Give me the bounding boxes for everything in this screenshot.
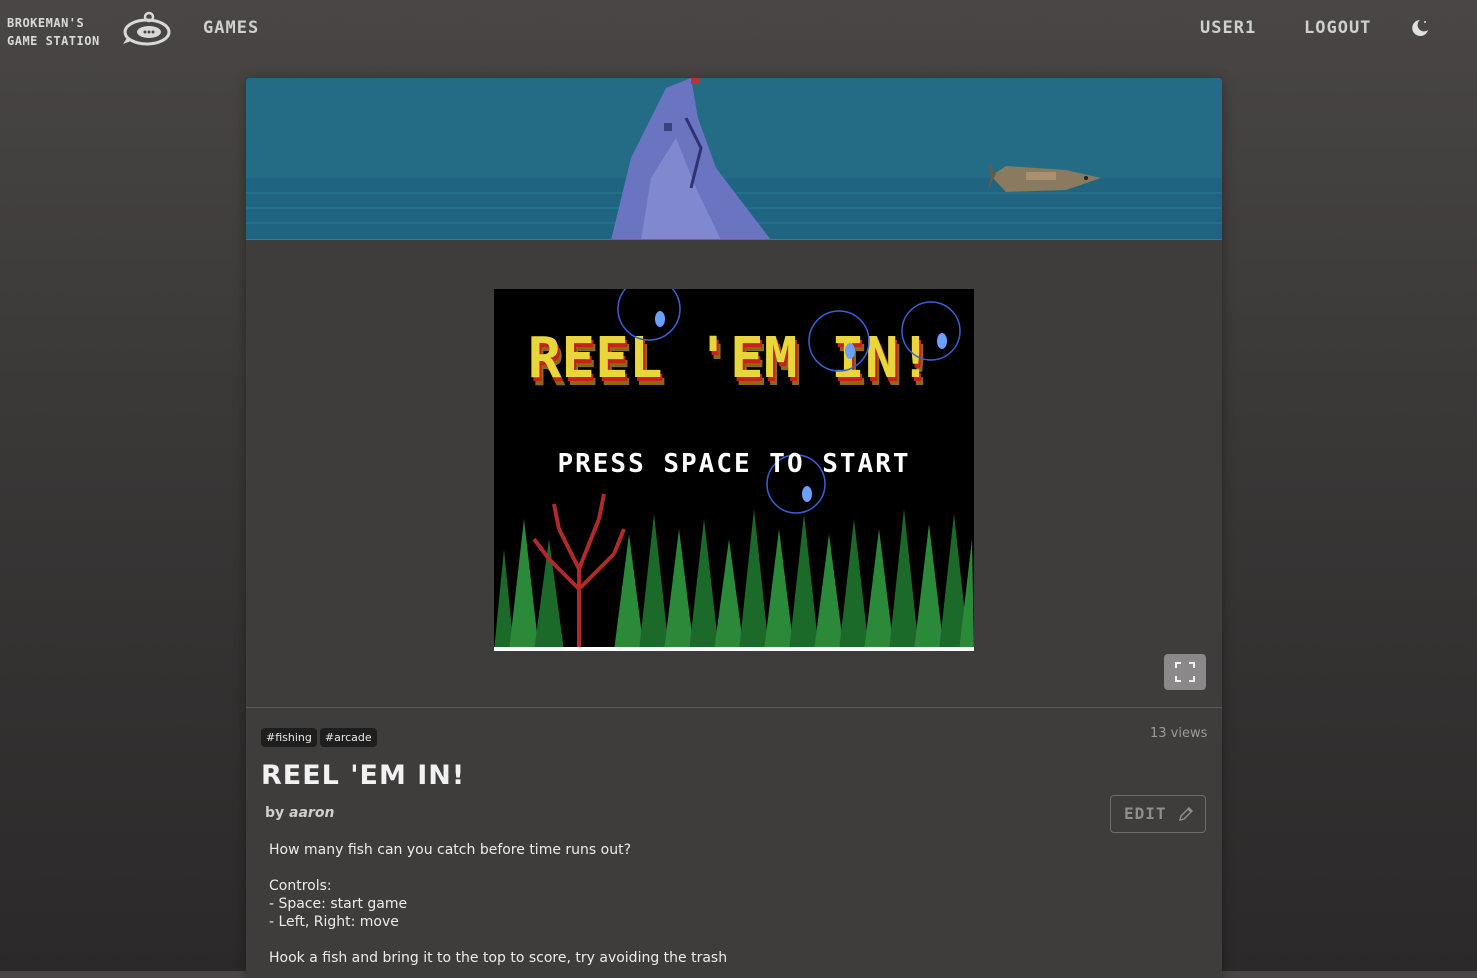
- nav-user-link[interactable]: USER1: [1200, 18, 1256, 38]
- description-gap: [269, 859, 1169, 877]
- nav-games-link[interactable]: GAMES: [203, 18, 259, 38]
- edit-button[interactable]: EDIT: [1110, 795, 1206, 833]
- tag-list: #fishing #arcade: [261, 726, 380, 747]
- description-gap: [269, 931, 1169, 949]
- navbar: BROKEMAN'S GAME STATION GAMES USER1 LOGO…: [0, 0, 1477, 60]
- game-title: REEL 'EM IN!: [261, 760, 466, 791]
- fullscreen-button[interactable]: [1164, 654, 1206, 690]
- fullscreen-icon: [1175, 662, 1195, 682]
- game-card: REEL 'EM IN! REEL 'EM IN! REEL 'EM IN! P…: [246, 78, 1222, 978]
- section-divider: [246, 707, 1222, 708]
- description-line: Hook a fish and bring it to the top to s…: [269, 950, 728, 966]
- moon-icon[interactable]: [1410, 18, 1430, 38]
- view-count: 13 views: [1150, 726, 1208, 741]
- nav-logout-link[interactable]: LOGOUT: [1304, 18, 1371, 38]
- description-line: Controls:: [269, 878, 332, 894]
- controller-logo-icon: [123, 11, 171, 46]
- game-canvas[interactable]: REEL 'EM IN! REEL 'EM IN! REEL 'EM IN! P…: [494, 289, 974, 651]
- byline: by aaron: [265, 805, 334, 821]
- pencil-icon: [1179, 807, 1193, 821]
- tag-arcade[interactable]: #arcade: [319, 728, 377, 747]
- banner-divider: [246, 239, 1222, 240]
- game-description: How many fish can you catch before time …: [269, 841, 1169, 967]
- author-link[interactable]: aaron: [289, 805, 334, 821]
- description-line: - Space: start game: [269, 896, 408, 912]
- press-start-text: PRESS SPACE TO START: [557, 449, 911, 479]
- game-logo: REEL 'EM IN! REEL 'EM IN! REEL 'EM IN!: [528, 326, 937, 399]
- edit-button-label: EDIT: [1124, 804, 1167, 823]
- brand-text: BROKEMAN'S GAME STATION: [7, 14, 100, 50]
- brand-line-1: BROKEMAN'S: [7, 16, 85, 30]
- description-line: How many fish can you catch before time …: [269, 842, 632, 858]
- brand-line-2: GAME STATION: [7, 34, 100, 48]
- game-logo-text: REEL 'EM IN!: [528, 326, 933, 391]
- byline-prefix: by: [265, 805, 285, 821]
- brand-link[interactable]: BROKEMAN'S GAME STATION: [7, 11, 177, 54]
- game-frame-bottom-edge: [494, 647, 974, 651]
- description-line: - Left, Right: move: [269, 914, 399, 930]
- banner-art: [246, 78, 1222, 240]
- game-banner: [246, 78, 1222, 240]
- tag-fishing[interactable]: #fishing: [261, 728, 317, 747]
